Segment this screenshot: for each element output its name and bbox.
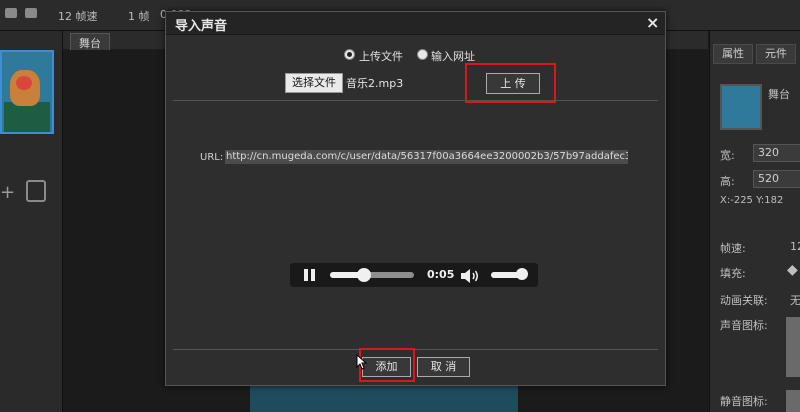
fill-label: 填充:: [720, 267, 746, 280]
divider: [173, 100, 658, 101]
fps-indicator: 12 帧速: [58, 10, 98, 23]
divider: [173, 349, 658, 350]
mute-icon-label: 静音图标:: [720, 395, 768, 408]
tab-symbols[interactable]: 元件: [756, 44, 796, 64]
toolbar-icon[interactable]: [5, 8, 17, 18]
audio-player: 0:05: [290, 263, 538, 287]
stage-preview: [720, 84, 762, 130]
anim-link-value[interactable]: 无: [790, 292, 800, 308]
upload-highlight-box: [465, 63, 556, 103]
volume-knob[interactable]: [516, 268, 528, 280]
frame-indicator: 1 帧: [128, 10, 150, 23]
width-label: 宽:: [720, 149, 735, 162]
selected-file-name: 音乐2.mp3: [346, 77, 404, 90]
sound-icon-label: 声音图标:: [720, 319, 768, 332]
export-icon[interactable]: [26, 180, 46, 202]
url-label: URL:: [200, 152, 224, 163]
playback-time: 0:05: [427, 268, 455, 281]
choose-file-button[interactable]: 选择文件: [285, 73, 343, 93]
coordinates: X:-225 Y:182: [720, 195, 784, 206]
mouse-cursor-icon: [356, 354, 368, 370]
paint-bucket-icon[interactable]: ◆: [787, 262, 798, 278]
radio-upload-label[interactable]: 上传文件: [359, 48, 403, 64]
fps-value[interactable]: 12: [790, 240, 800, 253]
volume-icon[interactable]: [461, 269, 481, 283]
import-sound-dialog: 导入声音 × 上传文件 输入网址 选择文件 音乐2.mp3 上 传 URL: h…: [165, 11, 666, 386]
cancel-button[interactable]: 取 消: [417, 357, 470, 377]
pause-icon[interactable]: [304, 269, 315, 281]
width-field[interactable]: 320: [753, 144, 800, 162]
url-field[interactable]: http://cn.mugeda.com/c/user/data/56317f0…: [225, 150, 628, 164]
add-page-icon[interactable]: +: [0, 182, 15, 203]
radio-url-label[interactable]: 输入网址: [431, 48, 475, 64]
sound-icon-picker[interactable]: [786, 317, 800, 377]
anim-link-label: 动画关联:: [720, 294, 768, 307]
dialog-titlebar: 导入声音 ×: [166, 12, 665, 35]
mute-icon-picker[interactable]: [786, 390, 800, 412]
height-field[interactable]: 520: [753, 170, 800, 188]
close-icon[interactable]: ×: [646, 13, 659, 32]
tab-properties[interactable]: 属性: [713, 44, 753, 64]
dialog-title: 导入声音: [175, 19, 228, 34]
page-thumbnail[interactable]: [0, 50, 54, 134]
stage-name: 舞台: [768, 88, 790, 101]
height-label: 高:: [720, 175, 735, 188]
progress-knob[interactable]: [357, 268, 371, 282]
toolbar-icon[interactable]: [25, 8, 37, 18]
fps-label: 帧速:: [720, 242, 746, 255]
radio-enter-url[interactable]: [417, 49, 428, 60]
radio-upload-file[interactable]: [344, 49, 355, 60]
